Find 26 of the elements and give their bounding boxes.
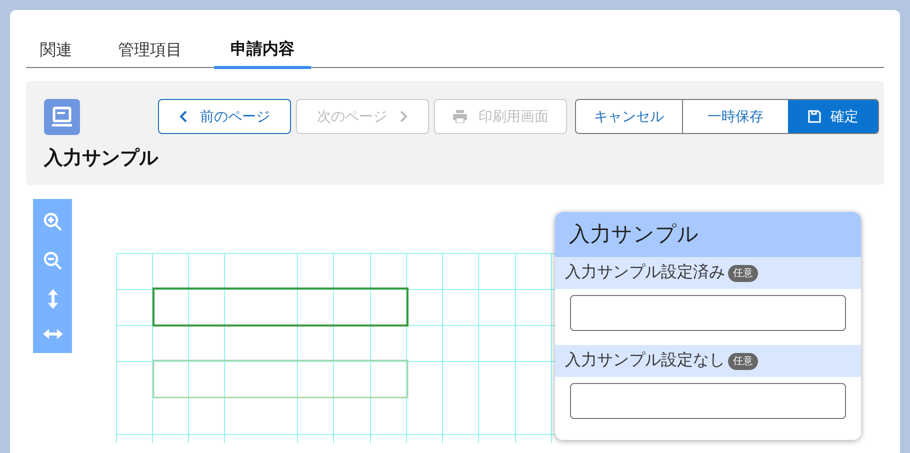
optional-badge: 任意	[728, 352, 758, 370]
action-button[interactable]: 一時保存	[682, 100, 788, 133]
field-rectangle[interactable]	[152, 288, 408, 326]
panel-title: 入力サンプル	[569, 222, 699, 248]
tab[interactable]: 管理項目	[104, 34, 196, 67]
optional-badge: 任意	[728, 264, 758, 282]
tab[interactable]: 申請内容	[214, 34, 311, 69]
form-icon	[44, 99, 80, 135]
horizontal-arrows-icon[interactable]	[42, 328, 62, 340]
vertical-arrows-icon[interactable]	[46, 289, 58, 310]
field-rectangle[interactable]	[152, 360, 408, 398]
chevron-left-icon	[179, 110, 188, 123]
confirm-button[interactable]: 確定	[788, 100, 878, 133]
zoom-out-icon[interactable]	[42, 250, 62, 271]
action-button[interactable]: キャンセル	[576, 100, 682, 133]
printer-icon	[452, 110, 466, 123]
input-field[interactable]	[570, 295, 846, 331]
tab[interactable]: 関連	[26, 34, 86, 67]
previous-page-button[interactable]: 前のページ	[158, 99, 291, 134]
page-title: 入力サンプル	[44, 146, 158, 171]
input-field[interactable]	[570, 383, 846, 419]
zoom-in-icon[interactable]	[42, 212, 62, 232]
field-label: 入力サンプル設定済み	[565, 262, 725, 283]
save-icon	[808, 110, 820, 123]
chevron-right-icon	[399, 110, 408, 123]
field-label: 入力サンプル設定なし	[565, 350, 725, 371]
